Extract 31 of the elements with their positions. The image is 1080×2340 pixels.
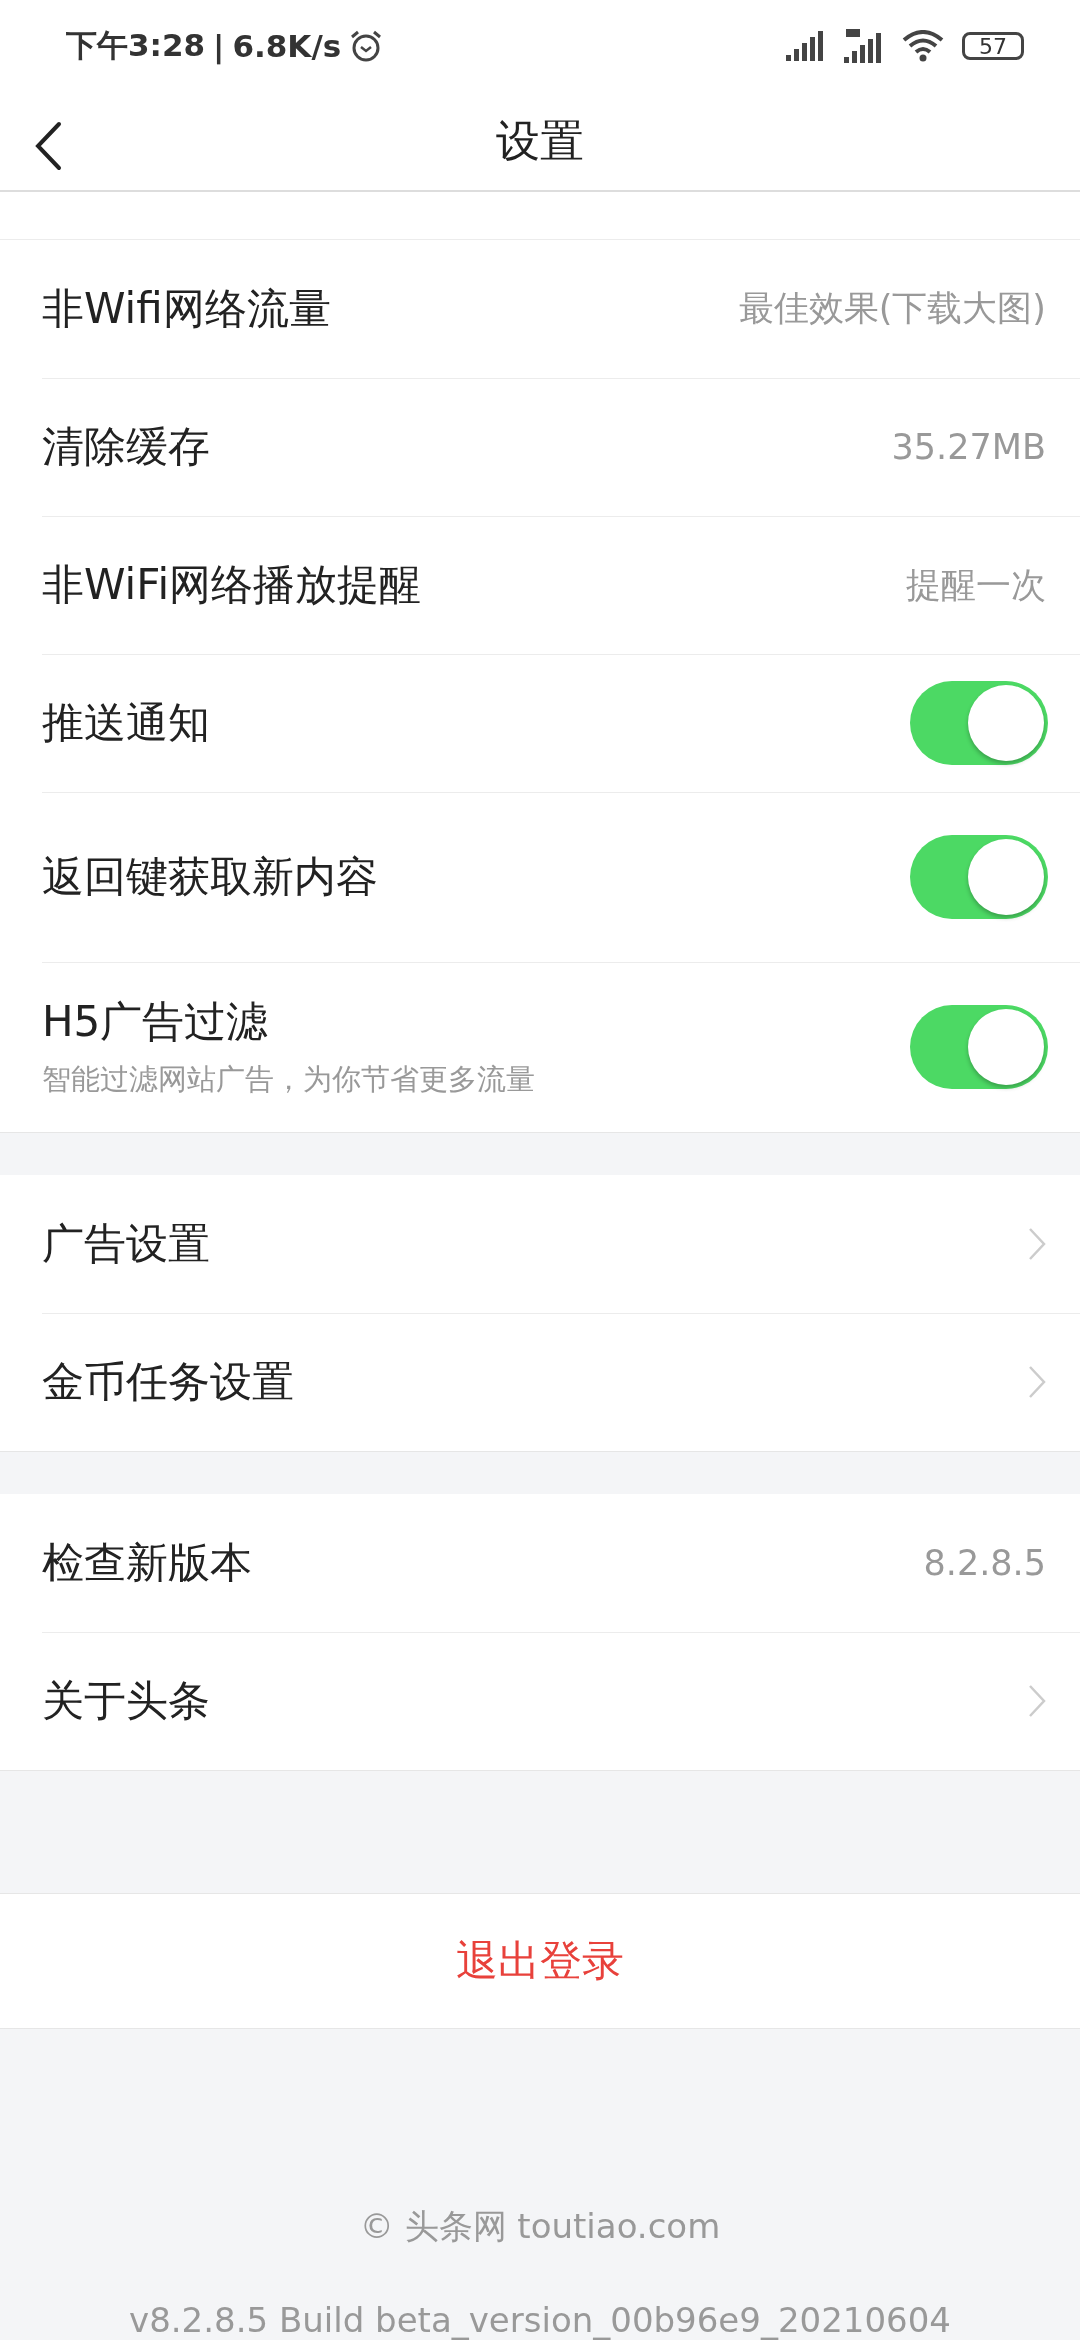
- setting-label: 返回键获取新内容: [42, 851, 378, 904]
- setting-label: 金币任务设置: [42, 1356, 294, 1409]
- chevron-right-icon: [1028, 1684, 1046, 1719]
- copyright-text: © 头条网 toutiao.com: [359, 2205, 721, 2248]
- setting-label: 推送通知: [42, 697, 210, 750]
- wifi-icon: [902, 30, 944, 63]
- setting-value: 最佳效果(下载大图): [738, 287, 1046, 331]
- network-speed: 6.8K/s: [232, 28, 342, 65]
- setting-label: 关于头条: [42, 1675, 210, 1728]
- alarm-icon: [349, 29, 384, 64]
- logout-button[interactable]: 退出登录: [0, 1892, 1080, 2029]
- setting-value: 提醒一次: [906, 563, 1046, 607]
- status-divider: |: [213, 28, 225, 65]
- chevron-right-icon: [1028, 1226, 1046, 1261]
- back-icon[interactable]: [34, 120, 62, 171]
- build-version-text: v8.2.8.5 Build beta_version_00b96e9_20210604: [129, 2300, 951, 2340]
- setting-description: 智能过滤网站广告，为你节省更多流量: [42, 1061, 535, 1099]
- setting-value: 35.27MB: [891, 427, 1046, 468]
- chevron-right-icon: [1028, 1365, 1046, 1400]
- signal-icon: [786, 31, 826, 62]
- setting-label: 检查新版本: [42, 1536, 252, 1589]
- signal-hd-icon: [844, 29, 884, 64]
- setting-label: 广告设置: [42, 1217, 210, 1270]
- setting-label: 非Wifi网络流量: [42, 282, 331, 335]
- status-time: 下午3:28: [66, 26, 206, 66]
- battery-level: 57: [962, 32, 1024, 61]
- page-title: 设置: [496, 113, 584, 168]
- setting-label: 非WiFi网络播放提醒: [42, 559, 422, 612]
- setting-label: H5广告过滤: [42, 996, 270, 1049]
- setting-label: 清除缓存: [42, 421, 210, 474]
- setting-value: 8.2.8.5: [923, 1542, 1046, 1583]
